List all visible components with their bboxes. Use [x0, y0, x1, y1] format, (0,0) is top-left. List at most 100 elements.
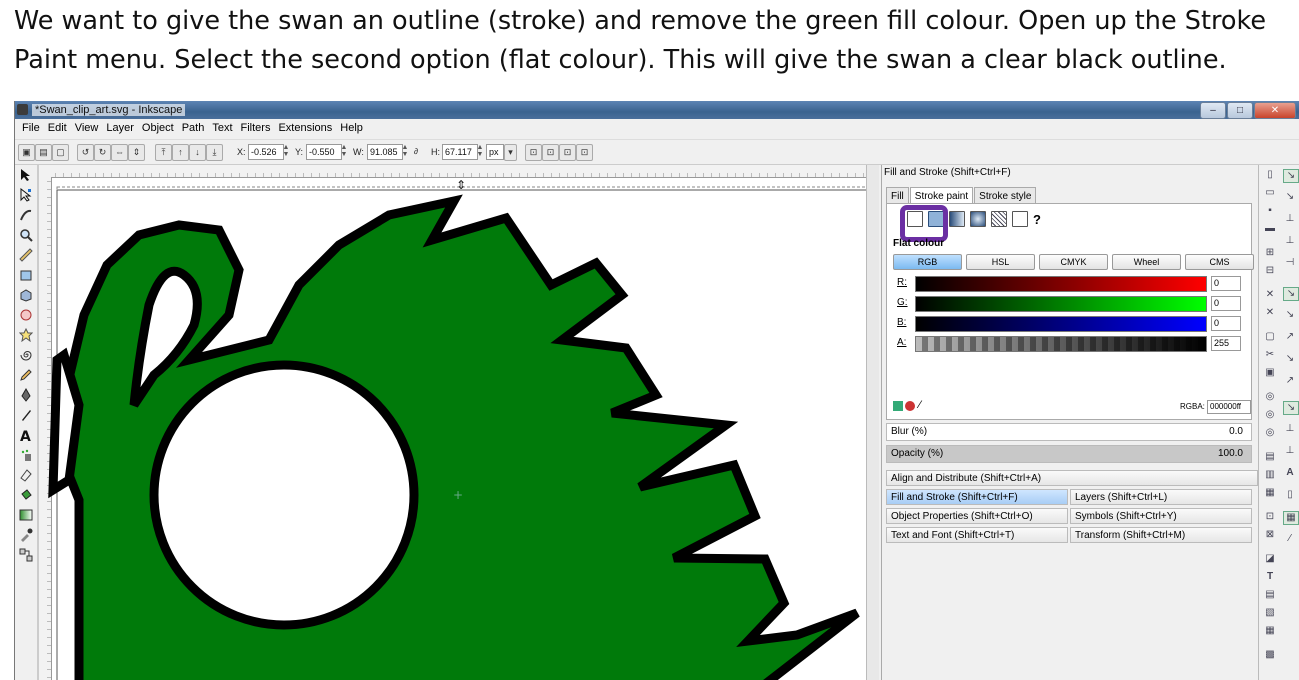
- menu-help[interactable]: Help: [336, 120, 367, 138]
- paste-icon[interactable]: ▣: [1263, 367, 1277, 379]
- snap-center-icon[interactable]: ⊥: [1283, 423, 1297, 435]
- snap-page-border-icon[interactable]: ▯: [1283, 489, 1297, 501]
- select-all-layers-icon[interactable]: ▤: [35, 144, 52, 161]
- ellipse-tool-icon[interactable]: [16, 305, 36, 325]
- spiral-tool-icon[interactable]: [16, 345, 36, 365]
- rotate-ccw-icon[interactable]: ↺: [77, 144, 94, 161]
- save-icon[interactable]: ▪: [1263, 205, 1277, 217]
- snap-others-icon[interactable]: ↘: [1283, 401, 1299, 415]
- 3d-box-tool-icon[interactable]: [16, 285, 36, 305]
- snap-bbox-midpoint-icon[interactable]: ⊣: [1283, 257, 1297, 269]
- calligraphy-tool-icon[interactable]: [16, 405, 36, 425]
- snap-text-baseline-icon[interactable]: A: [1283, 467, 1297, 479]
- print-icon[interactable]: ▬: [1263, 223, 1277, 235]
- connector-tool-icon[interactable]: [16, 545, 36, 565]
- swatch-icon[interactable]: [1012, 211, 1028, 227]
- snap-bbox-icon[interactable]: ↘: [1283, 191, 1297, 203]
- minimize-button[interactable]: –: [1200, 102, 1226, 119]
- preferences-icon[interactable]: ▩: [1263, 649, 1277, 661]
- mode-rgb-button[interactable]: RGB: [893, 254, 962, 270]
- snap-grid-icon[interactable]: ▦: [1283, 511, 1299, 525]
- layers-dialog-icon[interactable]: ▤: [1263, 589, 1277, 601]
- scale-stroke-icon[interactable]: ⊡: [525, 144, 542, 161]
- dock-object-properties[interactable]: Object Properties (Shift+Ctrl+O): [886, 508, 1068, 524]
- snap-paths-icon[interactable]: ↘: [1283, 309, 1297, 321]
- channel-g-value[interactable]: 0: [1211, 296, 1241, 311]
- menu-text[interactable]: Text: [208, 120, 236, 138]
- lower-icon[interactable]: ↓: [189, 144, 206, 161]
- mode-cmyk-button[interactable]: CMYK: [1039, 254, 1108, 270]
- flip-vertical-icon[interactable]: ⇕: [128, 144, 145, 161]
- dock-fill-stroke[interactable]: Fill and Stroke (Shift+Ctrl+F): [886, 489, 1068, 505]
- redo-icon[interactable]: ✕: [1263, 307, 1277, 319]
- snap-toggle-icon[interactable]: ↘: [1283, 169, 1299, 183]
- deselect-icon[interactable]: ▢: [52, 144, 69, 161]
- zoom-tool-icon[interactable]: [16, 225, 36, 245]
- menu-file[interactable]: File: [18, 120, 44, 138]
- close-button[interactable]: ✕: [1254, 102, 1296, 119]
- cut-icon[interactable]: ✂: [1263, 349, 1277, 361]
- y-input[interactable]: -0.550: [306, 144, 342, 160]
- zoom-selection-icon[interactable]: ◎: [1263, 391, 1277, 403]
- snap-bbox-corner-icon[interactable]: ⊥: [1283, 235, 1297, 247]
- canvas-scrollbar[interactable]: [866, 165, 879, 680]
- duplicate-icon[interactable]: ▤: [1263, 451, 1277, 463]
- flip-horizontal-icon[interactable]: ⇔: [111, 144, 128, 161]
- zoom-drawing-icon[interactable]: ◎: [1263, 409, 1277, 421]
- eraser-tool-icon[interactable]: [16, 465, 36, 485]
- menu-extensions[interactable]: Extensions: [274, 120, 336, 138]
- open-icon[interactable]: ▭: [1263, 187, 1277, 199]
- dock-text-font[interactable]: Text and Font (Shift+Ctrl+T): [886, 527, 1068, 543]
- clone-icon[interactable]: ▥: [1263, 469, 1277, 481]
- menu-edit[interactable]: Edit: [44, 120, 71, 138]
- fill-stroke-dialog-icon[interactable]: ◪: [1263, 553, 1277, 565]
- mode-wheel-button[interactable]: Wheel: [1112, 254, 1181, 270]
- linear-gradient-icon[interactable]: [949, 211, 965, 227]
- channel-r-slider[interactable]: [915, 276, 1207, 292]
- lock-ratio-icon[interactable]: ∂: [414, 147, 418, 156]
- align-dialog-icon[interactable]: ▦: [1263, 625, 1277, 637]
- move-gradients-icon[interactable]: ⊡: [559, 144, 576, 161]
- channel-a-value[interactable]: 255: [1211, 336, 1241, 351]
- rgba-input[interactable]: 000000ff: [1207, 400, 1251, 414]
- lower-to-bottom-icon[interactable]: ⤓: [206, 144, 223, 161]
- menu-view[interactable]: View: [71, 120, 103, 138]
- dock-layers[interactable]: Layers (Shift+Ctrl+L): [1070, 489, 1252, 505]
- y-spinner-icon[interactable]: ▲ ▼: [340, 144, 348, 158]
- h-input[interactable]: 67.117: [442, 144, 478, 160]
- dock-symbols[interactable]: Symbols (Shift+Ctrl+Y): [1070, 508, 1252, 524]
- xml-editor-icon[interactable]: ▧: [1263, 607, 1277, 619]
- ungroup-icon[interactable]: ⊠: [1263, 529, 1277, 541]
- opacity-value[interactable]: 100.0: [1218, 448, 1243, 459]
- pencil-tool-icon[interactable]: [16, 365, 36, 385]
- dock-transform[interactable]: Transform (Shift+Ctrl+M): [1070, 527, 1252, 543]
- new-document-icon[interactable]: ▯: [1263, 169, 1277, 181]
- x-input[interactable]: -0.526: [248, 144, 284, 160]
- spray-tool-icon[interactable]: [16, 445, 36, 465]
- unit-select[interactable]: px: [486, 144, 504, 160]
- import-icon[interactable]: ⊞: [1263, 247, 1277, 259]
- selector-tool-icon[interactable]: [16, 165, 36, 185]
- snap-cusp-icon[interactable]: ↘: [1283, 353, 1297, 365]
- blur-value[interactable]: 0.0: [1229, 426, 1243, 437]
- blur-slider[interactable]: Blur (%) 0.0: [886, 423, 1252, 441]
- node-tool-icon[interactable]: [16, 185, 36, 205]
- pattern-icon[interactable]: [991, 211, 1007, 227]
- pen-tool-icon[interactable]: [16, 385, 36, 405]
- color-picker-icon[interactable]: ⁄: [919, 399, 921, 411]
- snap-rotation-icon[interactable]: ⊥: [1283, 445, 1297, 457]
- unit-dropdown-icon[interactable]: ▾: [504, 144, 517, 161]
- drawing-canvas[interactable]: ⇕ +: [38, 165, 878, 680]
- menu-layer[interactable]: Layer: [102, 120, 138, 138]
- w-spinner-icon[interactable]: ▲ ▼: [401, 144, 409, 158]
- channel-b-slider[interactable]: [915, 316, 1207, 332]
- raise-icon[interactable]: ↑: [172, 144, 189, 161]
- color-managed-icon[interactable]: [893, 401, 903, 411]
- tweak-tool-icon[interactable]: [16, 205, 36, 225]
- undo-icon[interactable]: ✕: [1263, 289, 1277, 301]
- text-tool-icon[interactable]: A: [16, 425, 36, 445]
- snap-intersections-icon[interactable]: ↗: [1283, 331, 1297, 343]
- text-dialog-icon[interactable]: T: [1263, 571, 1277, 583]
- mode-cms-button[interactable]: CMS: [1185, 254, 1254, 270]
- raise-to-top-icon[interactable]: ⤒: [155, 144, 172, 161]
